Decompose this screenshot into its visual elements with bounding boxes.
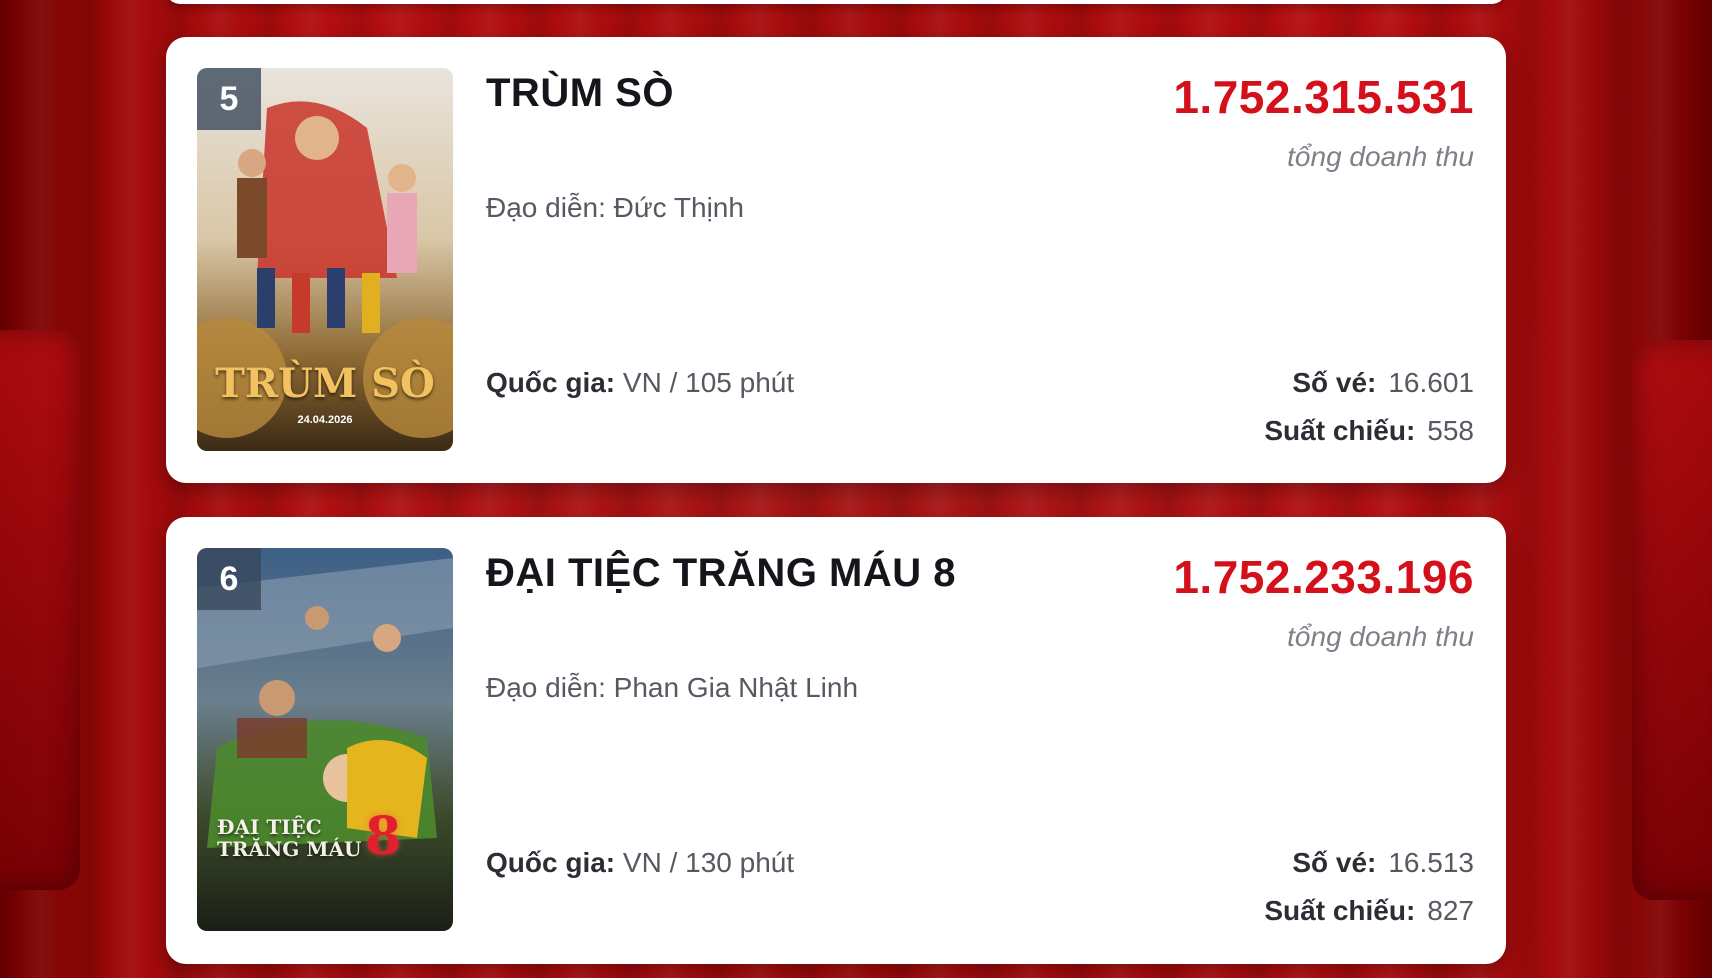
country-duration-value: VN / 105 phút xyxy=(622,367,795,398)
country-duration-line: Quốc gia: VN / 130 phút xyxy=(486,847,794,879)
director-line: Đạo diễn: Đức Thịnh xyxy=(486,192,744,224)
poster-title-text: TRÙM SÒ xyxy=(215,360,435,407)
total-revenue-caption: tổng doanh thu xyxy=(1287,141,1474,172)
showings-label: Suất chiếu: xyxy=(1264,415,1416,446)
tickets-stat: Số vé: 16.601 xyxy=(1292,367,1474,399)
tickets-value: 16.513 xyxy=(1388,847,1474,878)
cinema-seat-right xyxy=(1632,340,1712,900)
tickets-stat: Số vé: 16.513 xyxy=(1292,847,1474,879)
movie-card[interactable]: 5 TRÙM SÒ 24.04.2026 TRÙM SÒ Đạo diễn: Đ… xyxy=(166,37,1506,483)
movie-card[interactable]: 6 ĐẠI TIỆC TRĂNG MÁU 8 ĐẠI TIỆC TRĂNG MÁ… xyxy=(166,517,1506,964)
showings-value: 827 xyxy=(1427,895,1474,926)
country-duration-line: Quốc gia: VN / 105 phút xyxy=(486,367,794,399)
showings-value: 558 xyxy=(1427,415,1474,446)
director-label: Đạo diễn: xyxy=(486,192,606,223)
country-label: Quốc gia: xyxy=(486,367,616,398)
director-name: Phan Gia Nhật Linh xyxy=(613,672,859,703)
showings-stat: Suất chiếu: 827 xyxy=(1264,895,1474,927)
country-label: Quốc gia: xyxy=(486,847,616,878)
poster-title-line1: ĐẠI TIỆC xyxy=(217,815,322,839)
director-line: Đạo diễn: Phan Gia Nhật Linh xyxy=(486,672,858,704)
rank-badge: 5 xyxy=(197,68,261,130)
cinema-seat-left xyxy=(0,330,80,890)
rank-badge: 6 xyxy=(197,548,261,610)
showings-stat: Suất chiếu: 558 xyxy=(1264,415,1474,447)
poster-title-text: ĐẠI TIỆC TRĂNG MÁU xyxy=(217,816,361,860)
movie-poster[interactable]: 5 TRÙM SÒ 24.04.2026 xyxy=(197,68,453,451)
director-name: Đức Thịnh xyxy=(613,192,744,223)
total-revenue-value: 1.752.315.531 xyxy=(1173,71,1474,123)
total-revenue-value: 1.752.233.196 xyxy=(1173,551,1474,603)
tickets-label: Số vé: xyxy=(1292,367,1377,398)
movie-title[interactable]: ĐẠI TIỆC TRĂNG MÁU 8 xyxy=(486,551,956,596)
director-label: Đạo diễn: xyxy=(486,672,606,703)
previous-movie-card-edge xyxy=(166,0,1506,4)
tickets-label: Số vé: xyxy=(1292,847,1377,878)
total-revenue-caption: tổng doanh thu xyxy=(1287,621,1474,652)
poster-release-date: 24.04.2026 xyxy=(297,414,353,426)
country-duration-value: VN / 130 phút xyxy=(622,847,795,878)
tickets-value: 16.601 xyxy=(1388,367,1474,398)
poster-title-line2: TRĂNG MÁU xyxy=(217,837,362,861)
movie-poster[interactable]: 6 ĐẠI TIỆC TRĂNG MÁU 8 xyxy=(197,548,453,931)
poster-numeral: 8 xyxy=(365,806,402,867)
showings-label: Suất chiếu: xyxy=(1264,895,1416,926)
movie-title[interactable]: TRÙM SÒ xyxy=(486,71,674,116)
